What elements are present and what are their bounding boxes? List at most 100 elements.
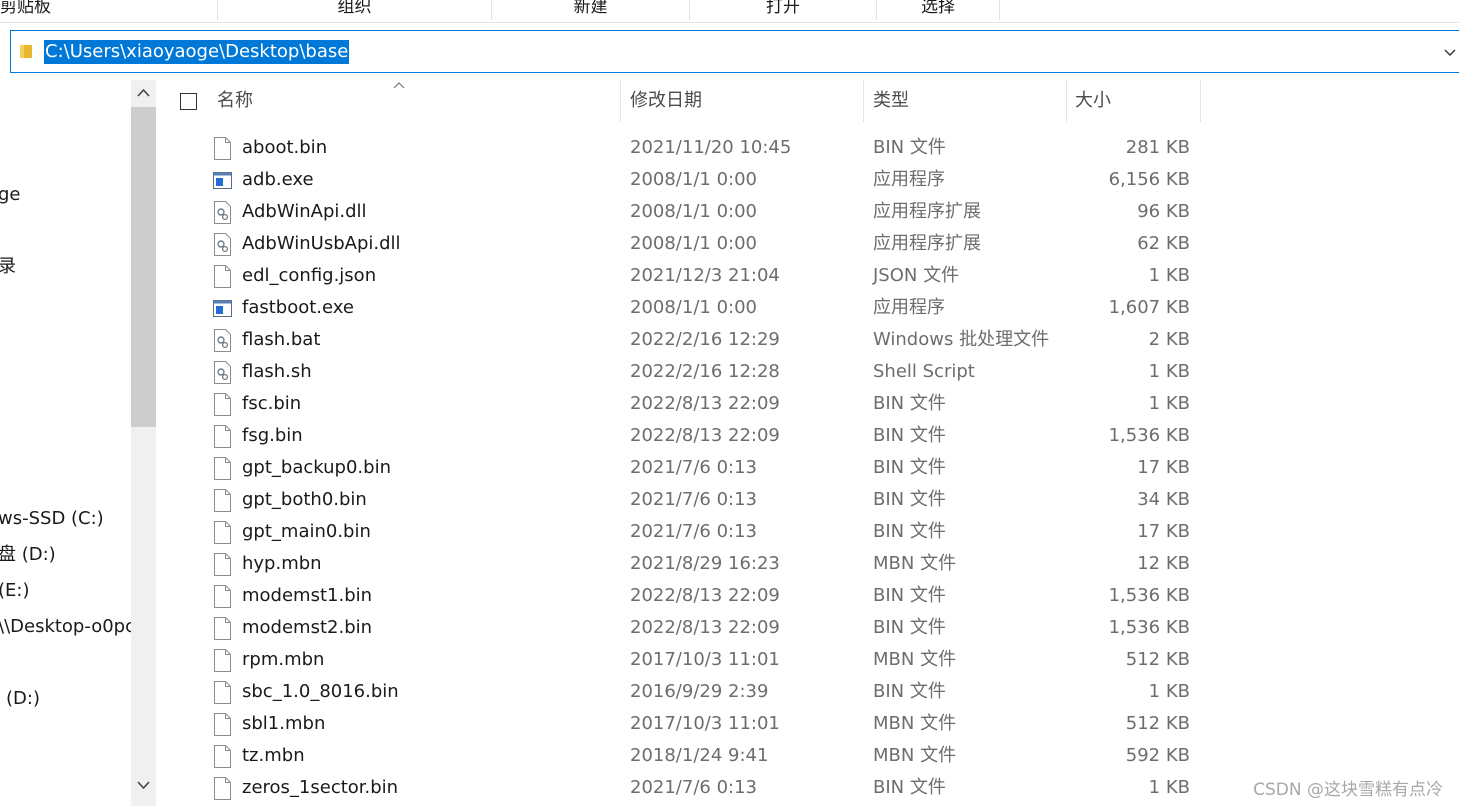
file-icon [213, 521, 232, 544]
file-modified-date: 2022/2/16 12:29 [630, 329, 780, 350]
column-divider[interactable] [863, 80, 864, 122]
ribbon-group-organize: 组织 [337, 0, 372, 17]
file-name: rpm.mbn [242, 649, 325, 670]
file-size: 2 KB [1148, 329, 1190, 350]
file-icon [213, 713, 232, 736]
file-size: 17 KB [1137, 457, 1190, 478]
file-type: BIN 文件 [873, 489, 946, 510]
column-header-size[interactable]: 大小 [1075, 80, 1111, 122]
file-size: 1 KB [1148, 393, 1190, 414]
file-row[interactable]: edl_config.json 2021/12/3 21:04 JSON 文件 1 K… [160, 260, 1220, 292]
column-header-type[interactable]: 类型 [873, 80, 909, 122]
scroll-up-arrow-icon[interactable] [137, 88, 150, 98]
file-modified-date: 2008/1/1 0:00 [630, 297, 757, 318]
ribbon-group-new: 新建 [573, 0, 608, 17]
file-row[interactable]: AdbWinApi.dll 2008/1/1 0:00 应用程序扩展 96 KB [160, 196, 1220, 228]
file-row[interactable]: sbl1.mbn 2017/10/3 11:01 MBN 文件 512 KB [160, 708, 1220, 740]
file-icon [213, 457, 232, 480]
chevron-down-icon[interactable] [1443, 45, 1457, 59]
file-modified-date: 2021/8/29 16:23 [630, 553, 780, 574]
file-row[interactable]: aboot.bin 2021/11/20 10:45 BIN 文件 281 KB [160, 132, 1220, 164]
address-path-text[interactable]: C:\Users\xiaoyaoge\Desktop\base [44, 40, 350, 64]
file-type: BIN 文件 [873, 521, 946, 542]
file-modified-date: 2017/10/3 11:01 [630, 713, 780, 734]
file-type: MBN 文件 [873, 745, 957, 766]
file-name: modemst2.bin [242, 617, 373, 638]
file-row[interactable]: tz.mbn 2018/1/24 9:41 MBN 文件 592 KB [160, 740, 1220, 772]
file-row[interactable]: adb.exe 2008/1/1 0:00 应用程序 6,156 KB [160, 164, 1220, 196]
file-type: Windows 批处理文件 [873, 329, 1050, 350]
file-row[interactable]: fsc.bin 2022/8/13 22:09 BIN 文件 1 KB [160, 388, 1220, 420]
ribbon-group-open: 打开 [766, 0, 800, 17]
file-icon [213, 617, 232, 640]
nav-scrollbar[interactable] [131, 80, 156, 806]
file-modified-date: 2022/8/13 22:09 [630, 393, 780, 414]
file-size: 281 KB [1125, 137, 1190, 158]
file-modified-date: 2017/10/3 11:01 [630, 649, 780, 670]
file-row[interactable]: zeros_1sector.bin 2021/7/6 0:13 BIN 文件 1 KB [160, 772, 1220, 804]
file-row[interactable]: AdbWinUsbApi.dll 2008/1/1 0:00 应用程序扩展 62 KB [160, 228, 1220, 260]
file-size: 512 KB [1125, 649, 1190, 670]
nav-item-drive-e[interactable]: (E:) [0, 579, 29, 603]
file-name: fsc.bin [242, 393, 302, 414]
nav-item[interactable]: 录 [0, 255, 16, 279]
file-name: zeros_1sector.bin [242, 777, 399, 798]
file-row[interactable]: sbc_1.0_8016.bin 2016/9/29 2:39 BIN 文件 1 KB [160, 676, 1220, 708]
file-type: 应用程序扩展 [873, 201, 981, 222]
select-all-checkbox[interactable] [180, 93, 197, 110]
folder-icon [20, 45, 32, 58]
file-type: MBN 文件 [873, 553, 957, 574]
file-icon [213, 553, 232, 576]
file-size: 1,536 KB [1108, 585, 1190, 606]
file-modified-date: 2022/8/13 22:09 [630, 425, 780, 446]
file-icon [213, 265, 232, 288]
nav-item-drive-c[interactable]: ws-SSD (C:) [0, 507, 104, 531]
scrollbar-thumb[interactable] [131, 107, 156, 427]
file-size: 1 KB [1148, 265, 1190, 286]
file-modified-date: 2021/7/6 0:13 [630, 521, 757, 542]
file-row[interactable]: gpt_both0.bin 2021/7/6 0:13 BIN 文件 34 KB [160, 484, 1220, 516]
file-row[interactable]: gpt_main0.bin 2021/7/6 0:13 BIN 文件 17 KB [160, 516, 1220, 548]
file-name: AdbWinUsbApi.dll [242, 233, 401, 254]
file-modified-date: 2022/8/13 22:09 [630, 585, 780, 606]
file-row[interactable]: flash.bat 2022/2/16 12:29 Windows 批处理文件 2 K… [160, 324, 1220, 356]
file-row[interactable]: gpt_backup0.bin 2021/7/6 0:13 BIN 文件 17 KB [160, 452, 1220, 484]
file-type: 应用程序 [873, 297, 945, 318]
file-row[interactable]: modemst2.bin 2022/8/13 22:09 BIN 文件 1,536 K… [160, 612, 1220, 644]
file-type: JSON 文件 [873, 265, 960, 286]
address-bar[interactable]: C:\Users\xiaoyaoge\Desktop\base [10, 30, 1459, 73]
watermark-text: CSDN @这块雪糕有点冷 [1253, 780, 1443, 800]
file-type: Shell Script [873, 361, 975, 382]
file-type: 应用程序扩展 [873, 233, 981, 254]
file-type: BIN 文件 [873, 393, 946, 414]
nav-item-drive-d[interactable]: 盘 (D:) [0, 543, 56, 567]
file-size: 6,156 KB [1108, 169, 1190, 190]
file-icon [213, 425, 232, 448]
file-type: 应用程序 [873, 169, 945, 190]
column-divider[interactable] [1066, 80, 1067, 122]
scroll-down-arrow-icon[interactable] [137, 780, 150, 790]
column-divider[interactable] [620, 80, 621, 122]
file-type: BIN 文件 [873, 617, 946, 638]
file-row[interactable]: modemst1.bin 2022/8/13 22:09 BIN 文件 1,536 K… [160, 580, 1220, 612]
column-header-date[interactable]: 修改日期 [630, 80, 702, 122]
file-name: edl_config.json [242, 265, 377, 286]
file-name: tz.mbn [242, 745, 305, 766]
exe-icon [213, 297, 232, 320]
column-divider[interactable] [1200, 80, 1201, 122]
file-row[interactable]: rpm.mbn 2017/10/3 11:01 MBN 文件 512 KB [160, 644, 1220, 676]
nav-item-network[interactable]: \\Desktop-o0pc [0, 615, 132, 639]
file-size: 1 KB [1148, 681, 1190, 702]
file-size: 1 KB [1148, 777, 1190, 798]
file-type: BIN 文件 [873, 585, 946, 606]
file-row[interactable]: fsg.bin 2022/8/13 22:09 BIN 文件 1,536 KB [160, 420, 1220, 452]
file-row[interactable]: fastboot.exe 2008/1/1 0:00 应用程序 1,607 KB [160, 292, 1220, 324]
nav-item[interactable]: ge [0, 183, 21, 207]
file-modified-date: 2022/8/13 22:09 [630, 617, 780, 638]
file-row[interactable]: hyp.mbn 2021/8/29 16:23 MBN 文件 12 KB [160, 548, 1220, 580]
file-name: gpt_backup0.bin [242, 457, 391, 478]
nav-item-drive-d-2[interactable]: (D:) [6, 687, 40, 711]
file-modified-date: 2008/1/1 0:00 [630, 233, 757, 254]
file-row[interactable]: flash.sh 2022/2/16 12:28 Shell Script 1 KB [160, 356, 1220, 388]
column-header-name[interactable]: 名称 [217, 80, 253, 122]
